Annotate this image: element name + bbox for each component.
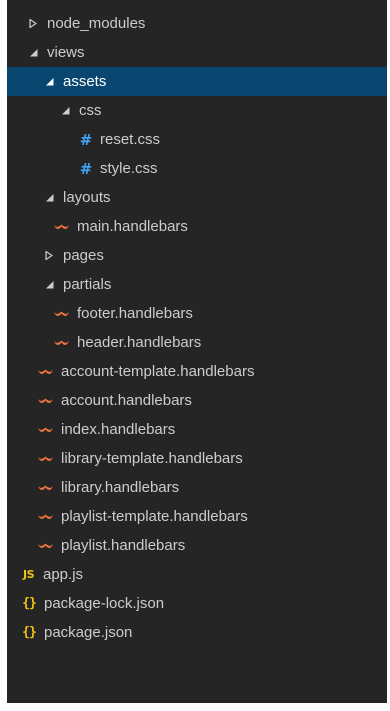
chevron-down-icon [42,191,56,205]
tree-item-label: node_modules [47,15,146,32]
tree-file-playlist-template-handlebars[interactable]: playlist-template.handlebars [7,502,387,531]
tree-item-label: css [79,102,102,119]
css-file-icon: # [79,159,93,178]
tree-file-account-template-handlebars[interactable]: account-template.handlebars [7,357,387,386]
tree-folder-assets[interactable]: assets [7,67,387,96]
tree-item-label: account-template.handlebars [61,363,255,380]
tree-item-label: playlist-template.handlebars [61,508,248,525]
tree-item-label: main.handlebars [77,218,188,235]
tree-item-label: header.handlebars [77,334,202,351]
tree-file-footer-handlebars[interactable]: footer.handlebars [7,299,387,328]
handlebars-file-icon [37,509,54,525]
handlebars-file-icon [37,480,54,496]
tree-item-label: package.json [44,624,133,641]
tree-folder-css[interactable]: css [7,96,387,125]
tree-file-library-template-handlebars[interactable]: library-template.handlebars [7,444,387,473]
handlebars-file-icon [53,335,70,351]
tree-item-label: reset.css [100,131,161,148]
tree-file-account-handlebars[interactable]: account.handlebars [7,386,387,415]
tree-file-package-json[interactable]: {} package.json [7,618,387,647]
chevron-right-icon [26,17,40,31]
handlebars-file-icon [53,219,70,235]
tree-item-label: app.js [43,566,84,583]
tree-item-label: library-template.handlebars [61,450,243,467]
tree-item-label: style.css [100,160,158,177]
tree-item-label: pages [63,247,104,264]
tree-file-library-handlebars[interactable]: library.handlebars [7,473,387,502]
tree-file-header-handlebars[interactable]: header.handlebars [7,328,387,357]
tree-item-label: package-lock.json [44,595,165,612]
js-file-icon: JS [22,568,35,581]
chevron-down-icon [42,75,56,89]
tree-item-label: partials [63,276,112,293]
chevron-down-icon [58,104,72,118]
json-file-icon: {} [22,625,37,640]
handlebars-file-icon [37,422,54,438]
tree-item-label: library.handlebars [61,479,180,496]
tree-file-playlist-handlebars[interactable]: playlist.handlebars [7,531,387,560]
css-file-icon: # [79,130,93,149]
tree-file-index-handlebars[interactable]: index.handlebars [7,415,387,444]
tree-item-label: playlist.handlebars [61,537,186,554]
tree-item-label: footer.handlebars [77,305,193,322]
tree-item-label: index.handlebars [61,421,176,438]
tree-folder-node-modules[interactable]: node_modules [7,9,387,38]
json-file-icon: {} [22,596,37,611]
handlebars-file-icon [37,451,54,467]
tree-file-style-css[interactable]: # style.css [7,154,387,183]
tree-file-app-js[interactable]: JS app.js [7,560,387,589]
handlebars-file-icon [53,306,70,322]
file-explorer: node_modules views assets css # reset.cs… [0,0,390,711]
explorer-tree-panel: node_modules views assets css # reset.cs… [7,0,387,703]
tree-item-label: layouts [63,189,111,206]
tree-item-label: account.handlebars [61,392,192,409]
chevron-down-icon [26,46,40,60]
tree-item-label: views [47,44,85,61]
handlebars-file-icon [37,538,54,554]
handlebars-file-icon [37,364,54,380]
tree-file-reset-css[interactable]: # reset.css [7,125,387,154]
tree-item-label: assets [63,73,107,90]
handlebars-file-icon [37,393,54,409]
tree-file-package-lock-json[interactable]: {} package-lock.json [7,589,387,618]
chevron-down-icon [42,278,56,292]
tree-file-main-handlebars[interactable]: main.handlebars [7,212,387,241]
chevron-right-icon [42,249,56,263]
tree-folder-layouts[interactable]: layouts [7,183,387,212]
tree-folder-pages[interactable]: pages [7,241,387,270]
tree-folder-views[interactable]: views [7,38,387,67]
tree-folder-partials[interactable]: partials [7,270,387,299]
